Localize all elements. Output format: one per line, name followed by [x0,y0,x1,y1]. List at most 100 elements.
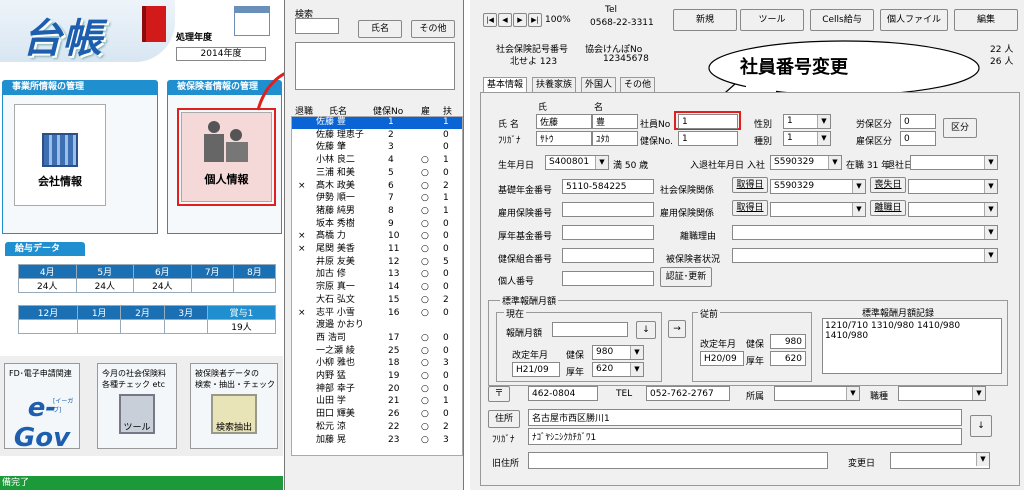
dept-select[interactable]: ▼ [774,386,860,401]
nav-next-button[interactable]: ▶ [513,13,527,27]
search-result-box[interactable] [295,42,455,90]
month-count-vals2-1[interactable] [77,319,122,334]
employee-list[interactable]: 佐藤 豊 1 1 佐藤 理恵子 2 0 佐藤 肇 3 0 小林 良二 4 ○ 1 三浦 和美 5 ○ 0 × 髙木 … [291,116,463,456]
company-info-button[interactable]: 会社情報 [14,104,106,206]
social-loss-button[interactable]: 喪失日 [870,177,906,193]
month-count-vals1-2[interactable]: 24人 [133,278,192,293]
tool-button[interactable]: ツール [740,9,804,31]
search-input[interactable] [295,18,339,34]
birth-select[interactable]: S400801 ▼ [545,155,609,170]
empins-acq-button[interactable]: 取得日 [732,200,768,216]
search-extract-tile[interactable]: 被保険者データの 検索・抽出・チェック 検索抽出 [190,363,278,449]
employee-row[interactable]: × 志平 小雪 16 ○ 0 [292,308,462,320]
employee-row[interactable]: 小柳 雅也 18 ○ 3 [292,358,462,370]
employee-row[interactable]: 田口 輝美 26 ○ 0 [292,409,462,421]
employee-row[interactable]: × 髙橋 力 10 ○ 0 [292,231,462,243]
join-select[interactable]: S590329 ▼ [770,155,842,170]
employee-row[interactable]: 内野 猛 19 ○ 0 [292,371,462,383]
prev-kenpo-input[interactable] [770,334,806,349]
employee-row[interactable]: 神部 幸子 20 ○ 0 [292,384,462,396]
last-name-input[interactable] [536,114,592,129]
employee-row[interactable]: 伊勢 順一 7 ○ 1 [292,193,462,205]
month-count-vals1-0[interactable]: 24人 [18,278,77,293]
employee-row[interactable]: 佐藤 肇 3 0 [292,142,462,154]
address-kana-input[interactable] [528,428,962,445]
name-search-button[interactable]: 氏名 [358,20,402,38]
post-select[interactable]: ▼ [898,386,986,401]
social-acq-button[interactable]: 取得日 [732,177,768,193]
labor-input[interactable] [900,114,936,129]
month-count-vals1-4[interactable] [232,278,277,293]
tab-basic[interactable]: 基本情報 [483,77,528,92]
record-box[interactable]: 1210/710 1310/980 1410/980 1410/980 [822,318,1002,374]
empins-date-select[interactable]: ▼ [770,202,866,217]
monthly-input[interactable] [552,322,628,337]
calendar-icon[interactable] [234,6,270,36]
social-date-select[interactable]: S590329 ▼ [770,179,866,194]
personal-file-button[interactable]: 個人ファイル [880,9,948,31]
change-date-select[interactable]: ▼ [890,452,990,469]
employee-row[interactable]: 坂本 秀樹 9 ○ 0 [292,219,462,231]
emp-ins-input[interactable] [900,131,936,146]
employee-row[interactable]: 大石 弘文 15 ○ 2 [292,295,462,307]
insured-status-select[interactable]: ▼ [732,248,998,263]
kind-select[interactable]: 1 ▼ [783,131,831,146]
employee-row[interactable]: × 尾関 美香 11 ○ 0 [292,244,462,256]
tab-dependents[interactable]: 扶養家族 [532,77,577,92]
employee-row[interactable]: 渡邉 かおり [292,320,462,332]
reason-select[interactable]: ▼ [732,225,998,240]
empins-leave-select[interactable]: ▼ [908,202,998,217]
tel2-input[interactable] [646,386,730,401]
other-search-button[interactable]: その他 [411,20,455,38]
month-count-vals2-2[interactable] [120,319,165,334]
zip-input[interactable] [528,386,598,401]
nav-prev-button[interactable]: ◀ [498,13,512,27]
copy-to-prev-button[interactable]: → [668,320,686,338]
auth-update-button[interactable]: 認証･更新 [660,267,712,287]
monthly-down-button[interactable]: ↓ [636,321,656,339]
leave-select[interactable]: ▼ [910,155,998,170]
month-count-vals1-3[interactable] [190,278,234,293]
address-input[interactable] [528,409,962,426]
nav-first-button[interactable]: |◀ [483,13,497,27]
employee-row[interactable]: 三浦 和美 5 ○ 0 [292,168,462,180]
pension-input[interactable] [562,179,654,194]
prev-kosei-input[interactable] [770,351,806,366]
employee-row[interactable]: 佐藤 理恵子 2 0 [292,130,462,142]
first-name-input[interactable] [592,114,638,129]
kousei-input[interactable] [562,225,654,240]
employee-row[interactable]: 松元 涼 22 ○ 2 [292,422,462,434]
employee-row[interactable]: 加古 修 13 ○ 0 [292,269,462,281]
social-loss-select[interactable]: ▼ [908,179,998,194]
kenpo-s-select[interactable]: 980 ▼ [592,345,644,360]
address-down-button[interactable]: ↓ [970,415,992,437]
prev-rev-input[interactable] [700,351,744,366]
empins-leave-button[interactable]: 離職日 [870,200,906,216]
employee-row[interactable]: 小林 良二 4 ○ 1 [292,155,462,167]
address-button[interactable]: 住所 [488,410,520,428]
tool-tile[interactable]: 今月の社会保険料 各種チェック etc ツール [97,363,177,449]
kojin-input[interactable] [562,271,654,286]
employee-row[interactable]: 猪藤 純男 8 ○ 1 [292,206,462,218]
first-kana-input[interactable] [592,131,638,146]
employee-row[interactable]: 加藤 晃 23 ○ 3 [292,435,462,447]
kosei-s-select[interactable]: 620 ▼ [592,362,644,377]
egov-tile[interactable]: FD･電子申請関連 e-Gov [イーガブ] [4,363,80,453]
employee-row[interactable]: × 髙木 政美 6 ○ 2 [292,181,462,193]
new-button[interactable]: 新規 [673,9,737,31]
employee-row[interactable]: 宗原 真一 14 ○ 0 [292,282,462,294]
employee-row[interactable]: 一之瀬 綾 25 ○ 0 [292,346,462,358]
month-count-vals1-1[interactable]: 24人 [75,278,135,293]
month-count-vals2-3[interactable] [163,319,208,334]
edit-button[interactable]: 編集 [954,9,1018,31]
month-count-vals2-4[interactable]: 19人 [206,319,277,334]
employee-row[interactable]: 山田 学 21 ○ 1 [292,396,462,408]
month-count-vals2-0[interactable] [17,319,79,334]
employee-row[interactable]: 井原 友美 12 ○ 5 [292,257,462,269]
kenpo-input[interactable] [678,131,738,146]
employee-row[interactable]: 西 浩司 17 ○ 0 [292,333,462,345]
old-address-input[interactable] [528,452,828,469]
sex-select[interactable]: 1 ▼ [783,114,831,129]
personal-info-button[interactable]: 個人情報 [181,112,272,202]
tab-other[interactable]: その他 [620,77,656,92]
